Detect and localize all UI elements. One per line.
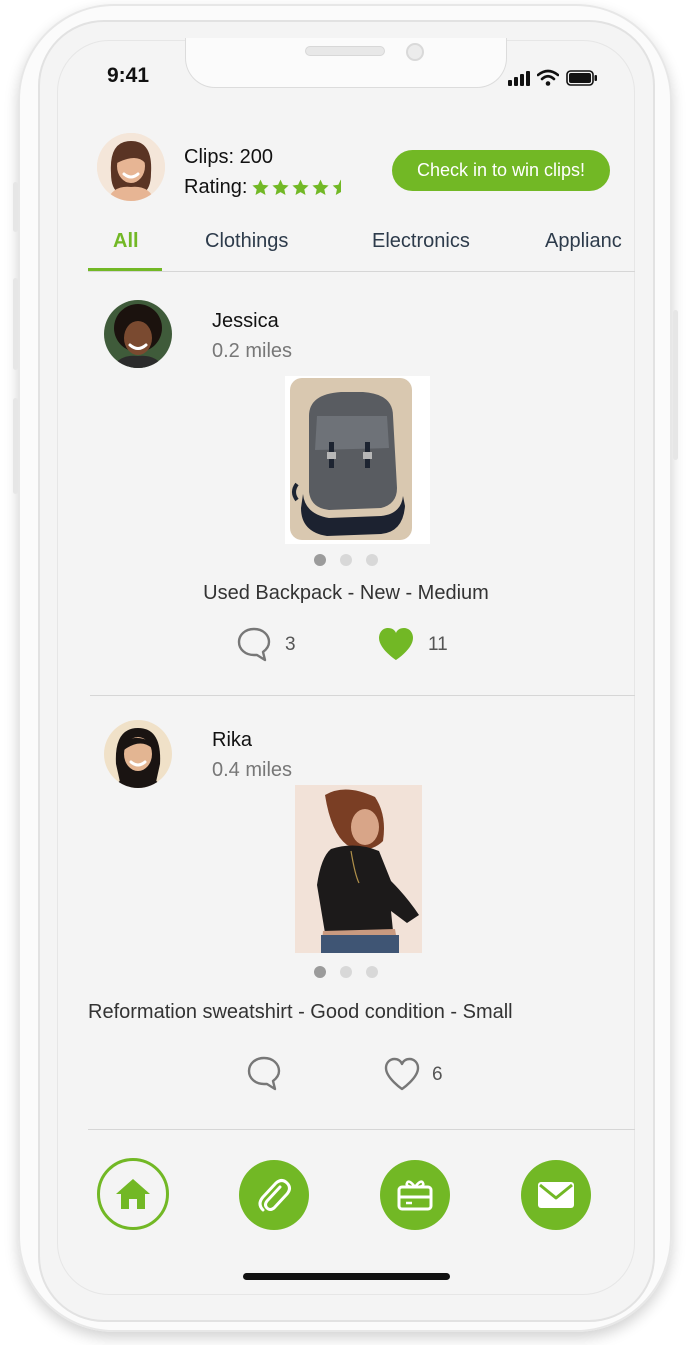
mail-icon xyxy=(538,1182,574,1208)
tab-all[interactable]: All xyxy=(113,230,139,253)
post-title[interactable]: Reformation sweatshirt - Good condition … xyxy=(88,1001,513,1024)
heart-filled-icon[interactable] xyxy=(377,626,415,662)
star-icon xyxy=(272,179,289,195)
post-distance: 0.2 miles xyxy=(212,340,293,362)
paperclip-icon xyxy=(258,1179,291,1212)
front-camera xyxy=(406,43,424,61)
tab-electronics[interactable]: Electronics xyxy=(372,230,470,253)
status-icons xyxy=(508,66,598,86)
post-username[interactable]: Jessica xyxy=(212,310,279,333)
cellular-signal-icon xyxy=(508,70,530,86)
post-distance: 0.4 miles xyxy=(212,759,293,781)
comment-icon[interactable] xyxy=(236,626,272,662)
star-icon xyxy=(292,179,309,195)
tab-clothings[interactable]: Clothings xyxy=(205,230,288,253)
tab-appliances[interactable]: Applianc xyxy=(545,230,622,253)
home-indicator[interactable] xyxy=(243,1273,450,1280)
post-divider xyxy=(90,695,635,696)
rating-stars xyxy=(251,178,342,197)
pagination-dot-active[interactable] xyxy=(314,966,326,978)
phone-side-button xyxy=(13,182,18,232)
profile-avatar[interactable] xyxy=(97,133,165,201)
post-image[interactable] xyxy=(285,376,430,544)
nav-home-button[interactable] xyxy=(97,1158,169,1230)
star-icon xyxy=(312,179,329,195)
image-pagination xyxy=(314,966,378,978)
post-title[interactable]: Used Backpack - New - Medium xyxy=(57,582,635,605)
wifi-icon xyxy=(537,69,559,86)
post-avatar[interactable] xyxy=(104,300,172,368)
pagination-dot-active[interactable] xyxy=(314,554,326,566)
comment-icon[interactable] xyxy=(246,1055,282,1091)
gift-card-icon xyxy=(397,1180,433,1211)
pagination-dot[interactable] xyxy=(340,554,352,566)
status-time: 9:41 xyxy=(107,64,150,87)
category-tabs: All Clothings Electronics Applianc xyxy=(57,228,635,268)
post-avatar[interactable] xyxy=(104,720,172,788)
star-icon xyxy=(252,179,269,195)
image-pagination xyxy=(314,554,378,566)
pagination-dot[interactable] xyxy=(366,966,378,978)
comment-count: 3 xyxy=(285,634,296,655)
nav-rewards-button[interactable] xyxy=(380,1160,450,1230)
like-count: 11 xyxy=(428,634,448,655)
battery-icon xyxy=(566,70,597,86)
phone-volume-down xyxy=(13,398,18,494)
post-image[interactable] xyxy=(295,785,422,953)
phone-volume-up xyxy=(13,278,18,370)
post-username[interactable]: Rika xyxy=(212,729,252,752)
clips-count: Clips: 200 xyxy=(184,146,273,168)
tabs-divider xyxy=(88,271,635,272)
rating-label: Rating: xyxy=(184,176,248,198)
speaker xyxy=(305,46,385,56)
home-icon xyxy=(116,1179,150,1209)
nav-messages-button[interactable] xyxy=(521,1160,591,1230)
pagination-dot[interactable] xyxy=(366,554,378,566)
heart-outline-icon[interactable] xyxy=(383,1056,421,1092)
pagination-dot[interactable] xyxy=(340,966,352,978)
nav-clips-button[interactable] xyxy=(239,1160,309,1230)
bottom-nav-divider xyxy=(88,1129,635,1130)
half-star-icon xyxy=(333,179,342,195)
check-in-button[interactable]: Check in to win clips! xyxy=(392,150,610,191)
like-count: 6 xyxy=(432,1064,443,1085)
phone-power-button xyxy=(673,310,678,460)
rating: Rating: xyxy=(184,176,342,199)
